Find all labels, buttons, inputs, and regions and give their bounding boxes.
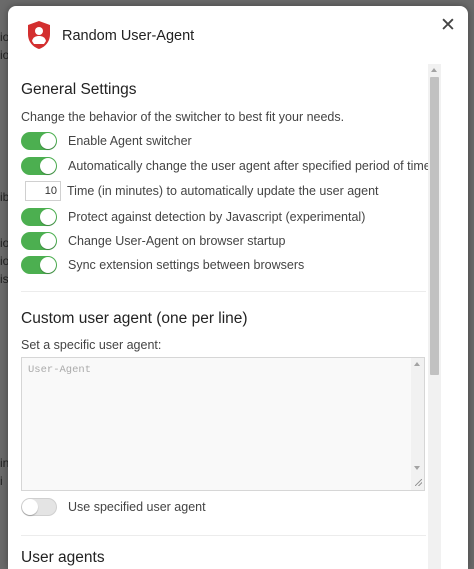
user-agents-section: User agents (21, 549, 426, 567)
auto-change-toggle[interactable] (21, 157, 57, 175)
background-text-fragment: i (0, 474, 3, 488)
background-text-fragment: in (0, 456, 8, 470)
settings-content: General Settings Change the behavior of … (8, 64, 428, 569)
enable-agent-switcher-toggle[interactable] (21, 132, 57, 150)
dialog-header: Random User-Agent ✕ (8, 6, 468, 64)
sync-settings-toggle[interactable] (21, 256, 57, 274)
custom-user-agent-heading: Custom user agent (one per line) (21, 310, 248, 327)
setting-label: Automatically change the user agent afte… (68, 159, 428, 173)
general-settings-section: General Settings Change the behavior of … (21, 81, 428, 292)
scroll-down-arrow-icon[interactable] (414, 466, 420, 470)
settings-dialog: Random User-Agent ✕ General Settings Cha… (8, 6, 468, 569)
background-text-fragment: io (0, 236, 8, 250)
setting-label: Time (in minutes) to automatically updat… (67, 184, 379, 198)
setting-auto-change: Automatically change the user agent afte… (21, 155, 428, 177)
background-text-fragment: io (0, 48, 8, 62)
section-divider (21, 535, 426, 536)
setting-sync: Sync extension settings between browsers (21, 254, 304, 276)
protect-js-toggle[interactable] (21, 208, 57, 226)
textarea-scrollbar[interactable] (411, 358, 424, 490)
custom-user-agent-section: Custom user agent (one per line) Set a s… (21, 310, 426, 536)
use-specified-toggle[interactable] (21, 498, 57, 516)
background-text-fragment: io (0, 30, 8, 44)
setting-protect-js: Protect against detection by Javascript … (21, 206, 365, 228)
setting-use-specified: Use specified user agent (21, 496, 206, 518)
setting-label: Use specified user agent (68, 500, 206, 514)
general-settings-heading: General Settings (21, 81, 137, 98)
shield-icon (28, 21, 50, 49)
scrollbar-thumb[interactable] (430, 77, 439, 375)
custom-user-agent-textarea[interactable] (21, 357, 425, 491)
setting-enable-agent-switcher: Enable Agent switcher (21, 130, 192, 152)
dialog-scrollbar[interactable] (428, 64, 441, 569)
dialog-title: Random User-Agent (62, 28, 195, 44)
update-interval-input[interactable] (25, 181, 61, 201)
user-agents-heading: User agents (21, 549, 105, 566)
background-text-fragment: is (0, 272, 8, 286)
scroll-up-arrow-icon[interactable] (414, 362, 420, 366)
change-on-startup-toggle[interactable] (21, 232, 57, 250)
background-text-fragment: ib (0, 190, 8, 204)
setting-label: Sync extension settings between browsers (68, 258, 305, 272)
scroll-up-arrow-icon[interactable] (431, 68, 437, 72)
general-settings-description: Change the behavior of the switcher to b… (21, 110, 345, 124)
background-text-fragment: io (0, 254, 8, 268)
setting-label: Protect against detection by Javascript … (68, 210, 366, 224)
custom-user-agent-subheading: Set a specific user agent: (21, 338, 162, 352)
close-button[interactable]: ✕ (439, 16, 457, 35)
resize-grip-icon[interactable] (415, 479, 422, 486)
setting-update-interval: Time (in minutes) to automatically updat… (21, 180, 379, 202)
section-divider (21, 291, 426, 292)
setting-label: Enable Agent switcher (68, 134, 192, 148)
setting-label: Change User-Agent on browser startup (68, 234, 286, 248)
setting-change-on-startup: Change User-Agent on browser startup (21, 230, 285, 252)
